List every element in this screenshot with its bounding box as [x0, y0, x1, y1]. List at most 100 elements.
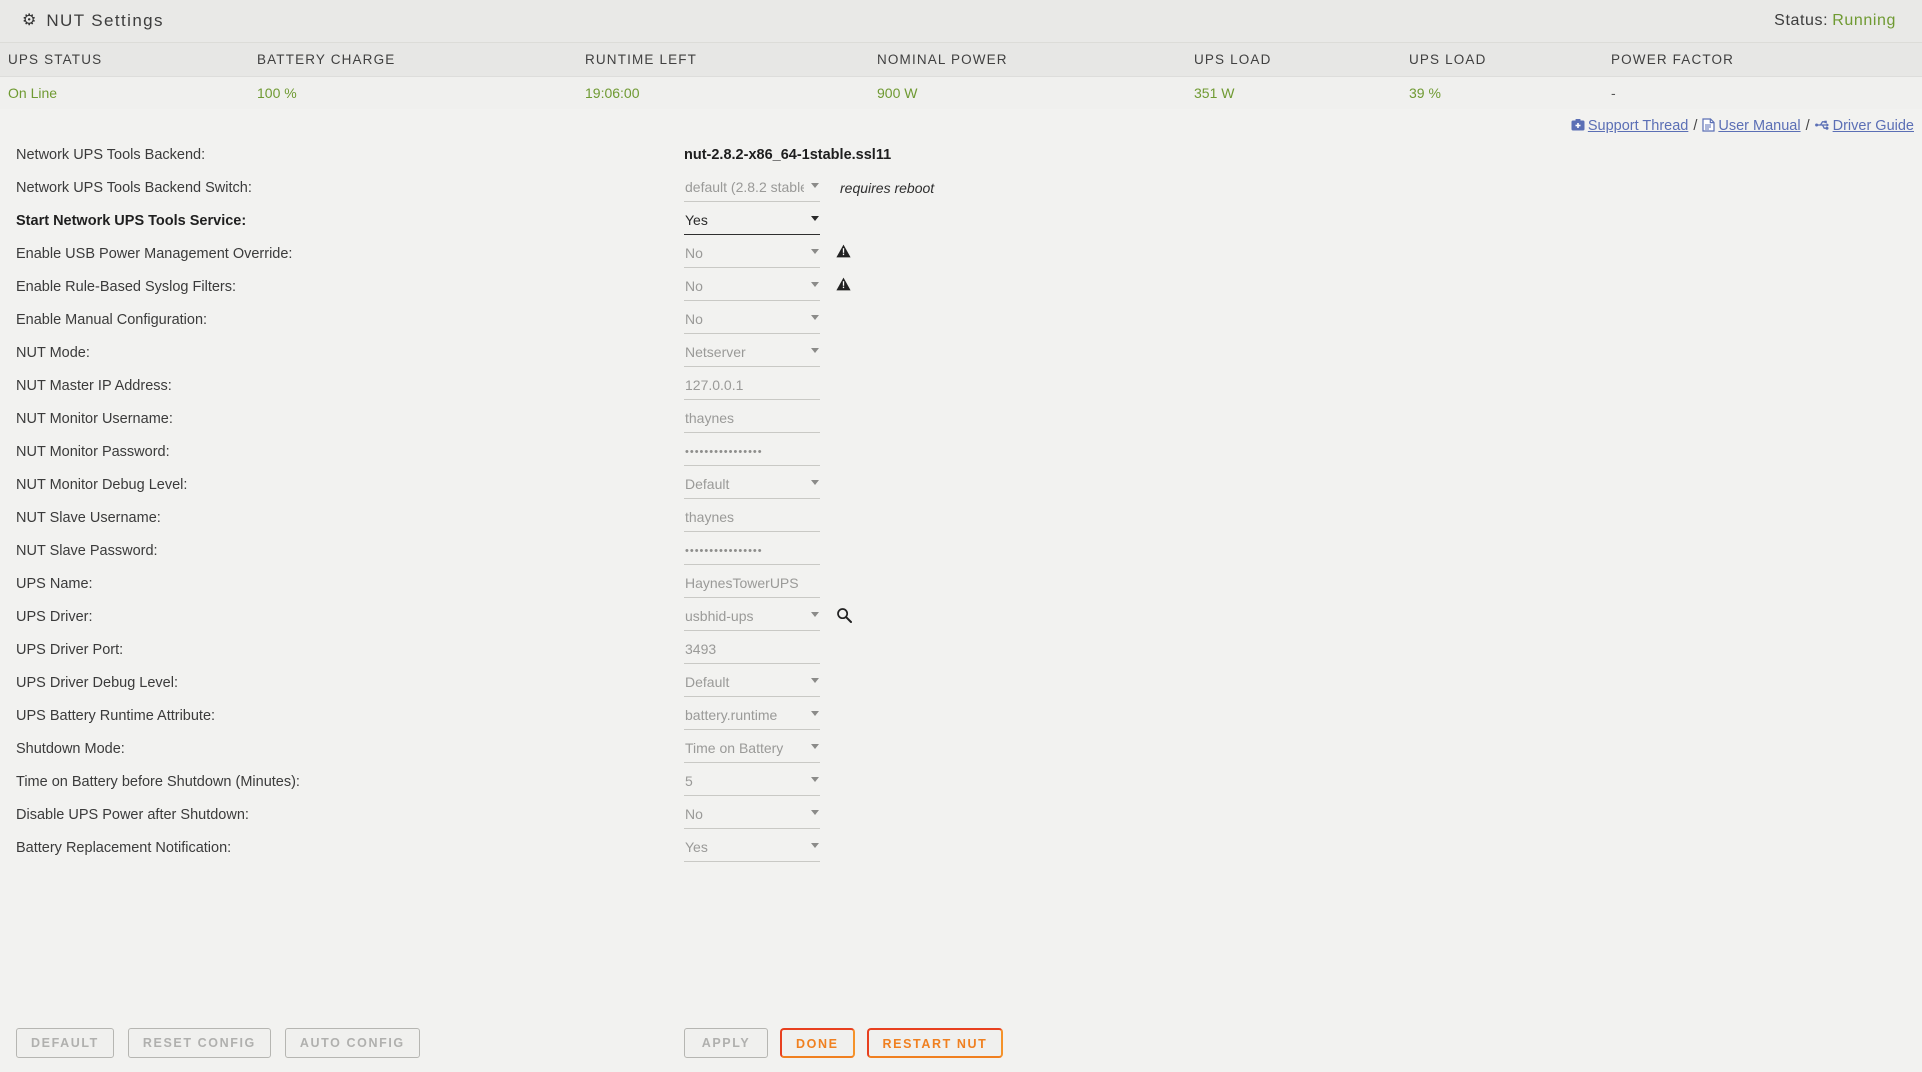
form-row: Enable USB Power Management Override:	[16, 242, 1922, 275]
link-separator-2: /	[1805, 118, 1810, 134]
value-ups-status: On Line	[0, 76, 257, 109]
field-wrapper	[684, 374, 820, 400]
field-label: UPS Driver Debug Level:	[16, 675, 178, 691]
user-manual-icon	[1702, 118, 1715, 132]
select-field[interactable]	[684, 770, 820, 796]
field-label: Enable Manual Configuration:	[16, 312, 208, 328]
done-button[interactable]: DONE	[780, 1028, 855, 1058]
column-header-nominal-power: NOMINAL POWER	[877, 43, 1194, 77]
field-wrapper	[684, 308, 820, 334]
field-label: Time on Battery before Shutdown (Minutes…	[16, 774, 300, 790]
table-header-row: UPS STATUS BATTERY CHARGE RUNTIME LEFT N…	[0, 43, 1922, 77]
driver-guide-link[interactable]: Driver Guide	[1833, 118, 1914, 134]
form-row: Network UPS Tools Backend: nut-2.8.2-x86_…	[16, 143, 1922, 176]
warning-icon	[836, 275, 851, 291]
field-wrapper	[684, 770, 820, 796]
titlebar: ⚙ NUT Settings Status: Running	[0, 0, 1922, 43]
field-wrapper	[684, 407, 820, 433]
password-field[interactable]	[684, 539, 820, 565]
select-field[interactable]	[684, 308, 820, 334]
select-field[interactable]	[684, 275, 820, 301]
field-wrapper	[684, 242, 820, 268]
nut-settings-form: Network UPS Tools Backend: nut-2.8.2-x86_…	[0, 143, 1922, 869]
form-row: NUT Monitor Password:	[16, 440, 1922, 473]
usb-driver-icon	[1814, 118, 1830, 132]
field-wrapper	[684, 176, 820, 202]
text-field[interactable]	[684, 638, 820, 664]
select-field[interactable]	[684, 803, 820, 829]
form-row: NUT Monitor Username:	[16, 407, 1922, 440]
field-wrapper	[684, 836, 820, 862]
form-row: Shutdown Mode:	[16, 737, 1922, 770]
support-thread-icon	[1571, 118, 1585, 132]
field-label: Network UPS Tools Backend Switch:	[16, 180, 252, 196]
field-label: Enable USB Power Management Override:	[16, 246, 293, 262]
support-thread-link[interactable]: Support Thread	[1588, 118, 1689, 134]
select-field[interactable]	[684, 605, 820, 631]
field-wrapper	[684, 671, 820, 697]
field-label: UPS Driver Port:	[16, 642, 124, 658]
reset-config-button[interactable]: RESET CONFIG	[127, 1028, 271, 1058]
form-row: NUT Master IP Address:	[16, 374, 1922, 407]
password-field[interactable]	[684, 440, 820, 466]
field-label: NUT Monitor Debug Level:	[16, 477, 188, 493]
form-row: Time on Battery before Shutdown (Minutes…	[16, 770, 1922, 803]
field-label: NUT Master IP Address:	[16, 378, 172, 394]
warning-icon	[836, 242, 851, 258]
text-field[interactable]	[684, 506, 820, 532]
value-battery-charge: 100 %	[257, 76, 585, 109]
field-label: Start Network UPS Tools Service:	[16, 213, 247, 229]
text-field[interactable]	[684, 572, 820, 598]
field-wrapper	[684, 209, 820, 235]
form-row: UPS Driver:	[16, 605, 1922, 638]
field-wrapper	[684, 506, 820, 532]
form-row: NUT Slave Password:	[16, 539, 1922, 572]
user-manual-link[interactable]: User Manual	[1718, 118, 1800, 134]
default-button[interactable]: DEFAULT	[16, 1028, 114, 1058]
form-row: NUT Slave Username:	[16, 506, 1922, 539]
field-label: NUT Slave Password:	[16, 543, 158, 559]
field-label: UPS Battery Runtime Attribute:	[16, 708, 216, 724]
apply-button[interactable]: APPLY	[684, 1028, 768, 1058]
search-icon[interactable]	[836, 605, 852, 623]
value-runtime-left: 19:06:00	[585, 76, 877, 109]
field-wrapper	[684, 440, 820, 466]
field-wrapper	[684, 638, 820, 664]
table-row: On Line 100 % 19:06:00 900 W 351 W 39 % …	[0, 76, 1922, 109]
form-row: Start Network UPS Tools Service:	[16, 209, 1922, 242]
form-row: Enable Rule-Based Syslog Filters:	[16, 275, 1922, 308]
field-label: Disable UPS Power after Shutdown:	[16, 807, 249, 823]
form-row: UPS Battery Runtime Attribute:	[16, 704, 1922, 737]
form-row: NUT Mode:	[16, 341, 1922, 374]
form-row: UPS Driver Debug Level:	[16, 671, 1922, 704]
form-row: Battery Replacement Notification:	[16, 836, 1922, 869]
select-field[interactable]	[684, 836, 820, 862]
column-header-ups-load-percent: UPS LOAD	[1409, 43, 1611, 77]
column-header-ups-status: UPS STATUS	[0, 43, 257, 77]
field-wrapper	[684, 803, 820, 829]
auto-config-button[interactable]: AUTO CONFIG	[284, 1028, 420, 1058]
select-field[interactable]	[684, 671, 820, 697]
value-ups-load-watts: 351 W	[1194, 76, 1409, 109]
field-wrapper	[684, 605, 820, 631]
select-field[interactable]	[684, 242, 820, 268]
text-field[interactable]	[684, 407, 820, 433]
field-label: NUT Mode:	[16, 345, 90, 361]
link-separator-1: /	[1693, 118, 1698, 134]
form-row: NUT Monitor Debug Level:	[16, 473, 1922, 506]
text-field[interactable]	[684, 374, 820, 400]
select-field[interactable]	[684, 704, 820, 730]
form-row: UPS Name:	[16, 572, 1922, 605]
select-field[interactable]	[684, 737, 820, 763]
restart-nut-button[interactable]: RESTART NUT	[866, 1028, 1004, 1058]
select-field[interactable]	[684, 176, 820, 202]
select-field[interactable]	[684, 209, 820, 235]
select-field[interactable]	[684, 473, 820, 499]
field-wrapper	[684, 737, 820, 763]
footer-toolbar: DEFAULT RESET CONFIG AUTO CONFIG APPLY D…	[0, 1014, 1922, 1072]
form-row: Enable Manual Configuration:	[16, 308, 1922, 341]
column-header-runtime-left: RUNTIME LEFT	[585, 43, 877, 77]
field-label: UPS Driver:	[16, 609, 93, 625]
form-row: Network UPS Tools Backend Switch: require…	[16, 176, 1922, 209]
select-field[interactable]	[684, 341, 820, 367]
